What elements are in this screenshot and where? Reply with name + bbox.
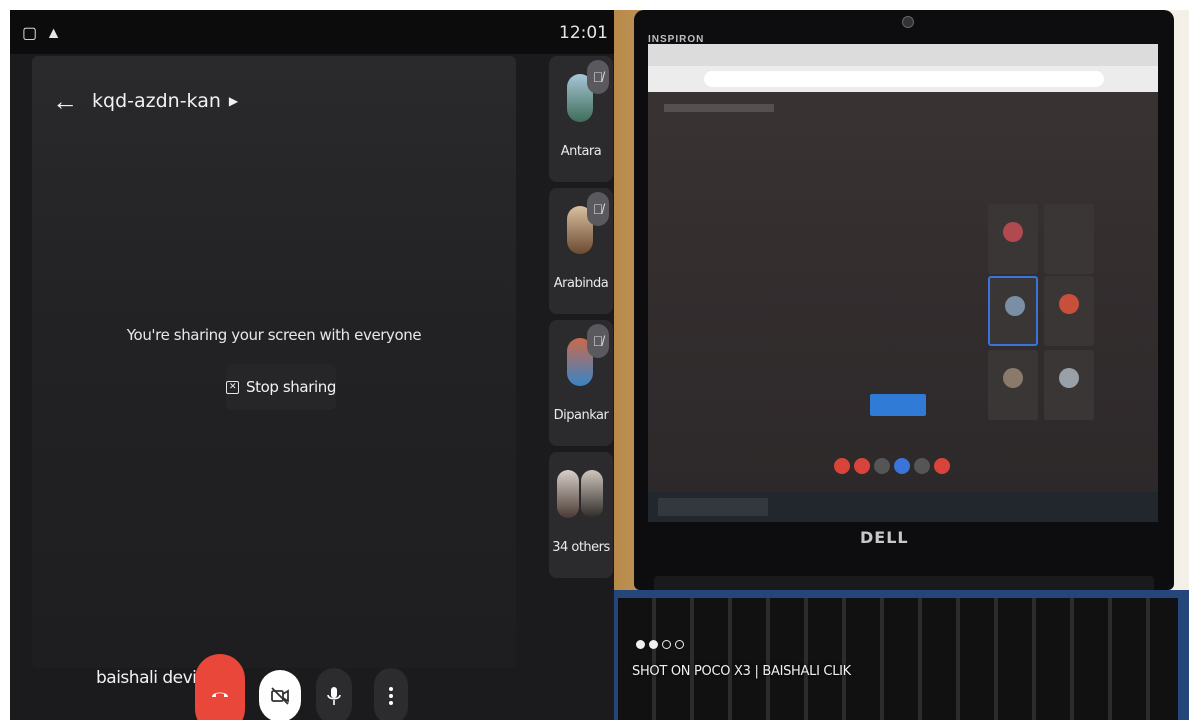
participant-name: 34 others <box>552 540 610 555</box>
mini-tile <box>988 350 1038 420</box>
more-vert-icon <box>389 687 393 705</box>
laptop-keyboard <box>614 590 1189 720</box>
mic-icon <box>327 687 341 705</box>
status-bar: ▢ ▲ 12:01 <box>10 10 614 54</box>
browser-url-bar <box>648 66 1158 92</box>
meet-phone-screen: ▢ ▲ 12:01 ← kqd-azdn-kan ▶ You're sharin… <box>10 10 614 720</box>
back-arrow-icon[interactable]: ← <box>52 88 80 114</box>
stop-presenting-button <box>870 394 926 416</box>
browser-tabs <box>648 44 1158 66</box>
participant-tile-antara[interactable]: 🎙̸ Antara <box>549 56 613 182</box>
meeting-code[interactable]: kqd-azdn-kan <box>92 90 221 112</box>
participant-tile-dipankar[interactable]: 🎙̸ Dipankar <box>549 320 613 446</box>
camera-mode-dots <box>636 640 684 649</box>
stop-sharing-label: Stop sharing <box>246 378 336 396</box>
url-box <box>704 71 1104 87</box>
screen-banner <box>664 104 774 112</box>
windows-taskbar <box>648 492 1158 522</box>
webcam-icon <box>902 16 914 28</box>
participant-name: Arabinda <box>553 276 609 291</box>
status-time: 12:01 <box>559 23 608 43</box>
status-icons: ▢ ▲ <box>22 25 64 42</box>
participant-name: Antara <box>560 144 602 159</box>
mini-tile-active <box>988 276 1038 346</box>
laptop-screen <box>648 44 1158 522</box>
avatar <box>557 470 579 518</box>
camera-off-icon <box>271 687 289 705</box>
dell-logo: DELL <box>860 528 909 547</box>
photo-watermark: SHOT ON POCO X3 | BAISHALI CLIK <box>632 664 851 679</box>
camera-toggle-button[interactable] <box>259 670 301 720</box>
participant-tile-arabinda[interactable]: 🎙̸ Arabinda <box>549 188 613 314</box>
taskbar-search <box>658 498 768 516</box>
end-call-button[interactable] <box>195 654 245 720</box>
meeting-header: ← kqd-azdn-kan ▶ <box>52 88 238 114</box>
mic-off-icon: 🎙̸ <box>587 324 609 358</box>
mini-tile <box>1044 204 1094 274</box>
mic-off-icon: 🎙̸ <box>587 192 609 226</box>
mini-tile <box>1044 350 1094 420</box>
hang-up-icon <box>212 692 228 697</box>
mic-off-icon: 🎙̸ <box>587 60 609 94</box>
laptop-photo: INSPIRON DELL SHOT ON POCO X3 | BAISHALI… <box>614 10 1189 720</box>
participant-tile-others[interactable]: 34 others <box>549 452 613 578</box>
avatar <box>581 470 603 518</box>
caret-right-icon[interactable]: ▶ <box>229 94 238 108</box>
self-name: baishali devi <box>96 668 197 688</box>
stop-share-icon: ✕ <box>226 380 240 394</box>
mini-tile <box>1044 276 1094 346</box>
laptop-bezel: INSPIRON DELL <box>634 10 1174 590</box>
main-stage: ← kqd-azdn-kan ▶ You're sharing your scr… <box>32 56 516 720</box>
mini-controls <box>834 458 950 474</box>
sharing-message: You're sharing your screen with everyone <box>126 326 422 344</box>
more-options-button[interactable] <box>374 668 408 720</box>
stop-sharing-button[interactable]: ✕ Stop sharing <box>226 364 336 410</box>
mic-toggle-button[interactable] <box>316 668 352 720</box>
mini-tile <box>988 204 1038 274</box>
keys <box>618 598 1178 720</box>
participant-name: Dipankar <box>553 408 609 423</box>
